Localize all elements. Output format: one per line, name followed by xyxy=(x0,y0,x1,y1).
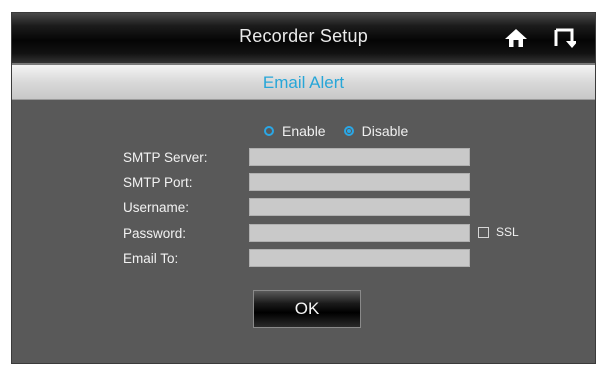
section-header: Email Alert xyxy=(12,65,595,100)
smtp-port-input[interactable] xyxy=(249,173,470,191)
home-button[interactable] xyxy=(504,27,528,49)
password-label: Password: xyxy=(123,226,187,241)
disable-radio[interactable] xyxy=(343,126,354,136)
ok-button[interactable]: OK xyxy=(253,290,361,328)
back-button[interactable] xyxy=(552,27,578,49)
ssl-label[interactable]: SSL xyxy=(496,225,519,239)
password-input[interactable] xyxy=(249,224,470,242)
section-title: Email Alert xyxy=(262,73,345,92)
email-to-label: Email To: xyxy=(123,251,179,266)
smtp-server-label: SMTP Server: xyxy=(123,150,208,165)
enable-radio-label[interactable]: Enable xyxy=(282,123,326,139)
enable-radio[interactable] xyxy=(264,126,274,136)
title-bar: Recorder Setup xyxy=(12,13,595,65)
recorder-setup-window: Recorder Setup Email Alert Enable Disabl… xyxy=(11,12,596,364)
username-label: Username: xyxy=(123,200,190,215)
home-icon xyxy=(505,29,527,47)
disable-radio-label[interactable]: Disable xyxy=(362,123,409,139)
smtp-port-label: SMTP Port: xyxy=(123,175,193,190)
alert-mode-group: Enable Disable xyxy=(264,123,426,139)
ssl-checkbox[interactable] xyxy=(478,227,489,238)
back-icon xyxy=(554,28,578,48)
email-to-input[interactable] xyxy=(249,249,470,267)
smtp-server-input[interactable] xyxy=(249,148,470,166)
username-input[interactable] xyxy=(249,198,470,216)
